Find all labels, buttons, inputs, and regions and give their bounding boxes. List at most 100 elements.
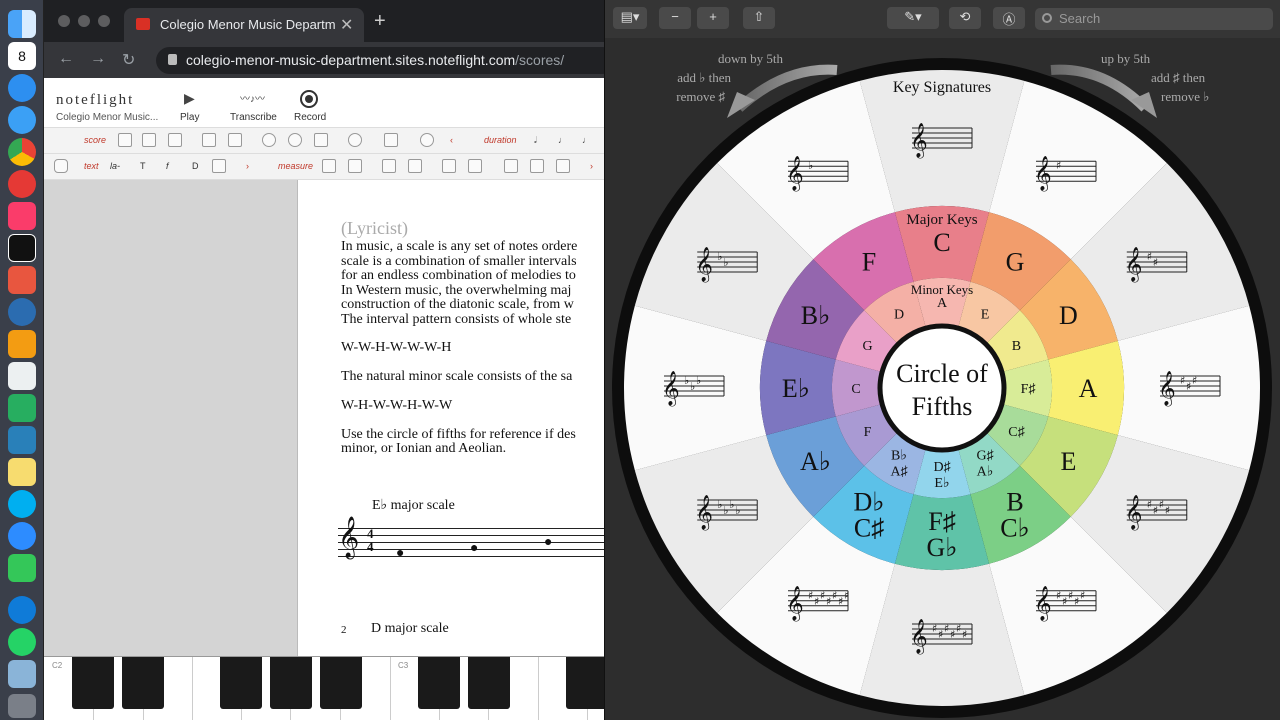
instrument-icon[interactable] xyxy=(118,133,132,147)
black-key[interactable] xyxy=(566,657,604,709)
safari-icon[interactable] xyxy=(8,106,36,134)
fetch-icon[interactable] xyxy=(8,266,36,294)
double-barline-icon[interactable] xyxy=(530,159,544,173)
new-tab-button[interactable]: + xyxy=(374,10,386,33)
print-icon[interactable] xyxy=(228,133,242,147)
play-button[interactable]: Play xyxy=(180,112,199,123)
document-icon[interactable] xyxy=(314,133,328,147)
markup-button[interactable]: Ⓐ xyxy=(993,7,1025,29)
note[interactable]: ● xyxy=(396,546,404,562)
black-key[interactable] xyxy=(320,657,362,709)
remove-measure-icon[interactable] xyxy=(348,159,362,173)
preview-icon[interactable] xyxy=(8,660,36,688)
black-key[interactable] xyxy=(468,657,510,709)
upload-icon[interactable] xyxy=(262,133,276,147)
music-icon[interactable] xyxy=(8,202,36,230)
noteflight-logo[interactable]: noteflight xyxy=(56,92,134,109)
record-button[interactable]: Record xyxy=(294,112,326,123)
play-icon[interactable]: ▶ xyxy=(184,90,195,107)
minimize-window-button[interactable] xyxy=(78,15,90,27)
app-store-icon[interactable] xyxy=(8,74,36,102)
zoom-in-button[interactable]: + xyxy=(697,7,729,29)
piano-keyboard[interactable]: C2 C3 xyxy=(44,656,604,720)
finder-icon[interactable] xyxy=(8,10,36,38)
zoom-icon[interactable] xyxy=(8,522,36,550)
black-key[interactable] xyxy=(72,657,114,709)
copy-icon[interactable] xyxy=(202,133,216,147)
repeat-icon[interactable] xyxy=(382,159,396,173)
close-window-button[interactable] xyxy=(58,15,70,27)
accidental-icon: ♯ xyxy=(1080,589,1085,602)
time-signature-icon[interactable] xyxy=(408,159,422,173)
add-measure-icon[interactable] xyxy=(322,159,336,173)
half-note-icon[interactable]: ♩ xyxy=(558,135,567,145)
staff-line xyxy=(338,535,604,536)
menu-icon[interactable] xyxy=(54,159,68,173)
back-icon[interactable]: ← xyxy=(58,50,74,68)
transcribe-icon[interactable]: 〰♪〰 xyxy=(240,90,265,105)
textedit-icon[interactable] xyxy=(8,362,36,390)
playback-icon[interactable] xyxy=(384,133,398,147)
facetime-icon[interactable] xyxy=(8,554,36,582)
browser-tab[interactable]: Colegio Menor Music Departm ✕ xyxy=(124,8,364,42)
rotate-button[interactable]: ⟲ xyxy=(949,7,981,29)
toolbar-next-icon[interactable]: › xyxy=(590,161,593,171)
trash-icon[interactable] xyxy=(8,694,36,718)
close-tab-icon[interactable]: ✕ xyxy=(340,15,353,35)
dock: 8 xyxy=(0,0,44,720)
treble-clef-icon[interactable] xyxy=(442,159,456,173)
calendar-icon[interactable]: 8 xyxy=(8,42,36,70)
text-button[interactable]: T xyxy=(140,161,146,171)
minor-keys-heading: Minor Keys xyxy=(911,282,973,297)
notes-icon[interactable] xyxy=(8,458,36,486)
whatsapp-icon[interactable] xyxy=(8,628,36,656)
key-label: C2 xyxy=(52,661,63,670)
record-icon[interactable] xyxy=(300,90,318,108)
antivirus-icon[interactable] xyxy=(8,170,36,198)
prev-arrow-icon[interactable]: ‹ xyxy=(450,135,453,145)
skype-icon[interactable] xyxy=(8,490,36,518)
chord-symbol-button[interactable]: D xyxy=(192,161,199,171)
scale-title[interactable]: E♭ major scale xyxy=(372,497,455,514)
address-field[interactable]: colegio-menor-music-department.sites.not… xyxy=(156,47,604,74)
history-icon[interactable] xyxy=(348,133,362,147)
markup-pen-button[interactable]: ✎▾ xyxy=(887,7,939,29)
tuning-fork-icon[interactable] xyxy=(142,133,156,147)
note-duration-icon[interactable]: 𝅗𝅥 xyxy=(534,135,537,146)
share-button[interactable]: ⇧ xyxy=(743,7,775,29)
black-key[interactable] xyxy=(270,657,312,709)
quarter-note-icon[interactable]: ♩ xyxy=(582,135,591,145)
clock-icon[interactable] xyxy=(420,133,434,147)
sidebar-toggle-button[interactable]: ▤▾ xyxy=(613,7,647,29)
dynamics-button[interactable]: f xyxy=(166,161,169,171)
books-icon[interactable] xyxy=(8,330,36,358)
keynote-icon[interactable] xyxy=(8,426,36,454)
black-key[interactable] xyxy=(220,657,262,709)
score-settings-icon[interactable] xyxy=(168,133,182,147)
zoom-out-button[interactable]: − xyxy=(659,7,691,29)
lyricist-field[interactable]: (Lyricist) xyxy=(341,218,408,239)
note[interactable]: ● xyxy=(544,535,552,551)
forward-icon[interactable]: → xyxy=(90,50,106,68)
black-key[interactable] xyxy=(418,657,460,709)
score-page[interactable]: (Lyricist) In music, a scale is any set … xyxy=(297,180,604,656)
transcribe-button[interactable]: Transcribe xyxy=(230,112,277,123)
search-field[interactable]: Search xyxy=(1035,8,1273,30)
note[interactable]: ● xyxy=(470,541,478,557)
end-barline-icon[interactable] xyxy=(556,159,570,173)
black-key[interactable] xyxy=(122,657,164,709)
lyrics-button[interactable]: la- xyxy=(110,161,120,171)
download-icon[interactable] xyxy=(288,133,302,147)
zoom-window-button[interactable] xyxy=(98,15,110,27)
scale-title[interactable]: D major scale xyxy=(371,621,449,637)
barline-icon[interactable] xyxy=(504,159,518,173)
capcut-icon[interactable] xyxy=(8,234,36,262)
reload-icon[interactable]: ↻ xyxy=(122,50,135,70)
chrome-icon[interactable] xyxy=(8,138,36,166)
next-arrow-icon[interactable]: › xyxy=(246,161,249,171)
numbers-icon[interactable] xyxy=(8,394,36,422)
edge-icon[interactable] xyxy=(8,596,36,624)
bass-clef-icon[interactable] xyxy=(468,159,482,173)
dev-icon[interactable] xyxy=(8,298,36,326)
text-box-icon[interactable] xyxy=(212,159,226,173)
